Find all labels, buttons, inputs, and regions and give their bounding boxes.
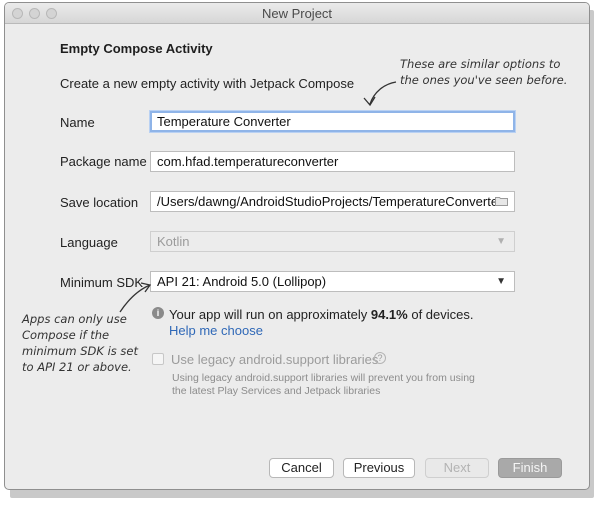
save-location-value: /Users/dawng/AndroidStudioProjects/Tempe… bbox=[157, 194, 503, 209]
next-button: Next bbox=[425, 458, 489, 478]
folder-icon[interactable] bbox=[495, 196, 508, 206]
info-icon: i bbox=[152, 307, 164, 319]
save-location-label: Save location bbox=[60, 195, 139, 210]
name-field[interactable]: Temperature Converter bbox=[150, 111, 515, 132]
legacy-libraries-checkbox bbox=[152, 353, 164, 365]
language-select: Kotlin ▼ bbox=[150, 231, 515, 252]
window-title: New Project bbox=[261, 6, 333, 21]
name-label: Name bbox=[60, 115, 95, 130]
cancel-button[interactable]: Cancel bbox=[269, 458, 334, 478]
help-me-choose-link[interactable]: Help me choose bbox=[169, 323, 263, 338]
minimum-sdk-value: API 21: Android 5.0 (Lollipop) bbox=[157, 274, 327, 289]
finish-button[interactable]: Finish bbox=[498, 458, 562, 478]
chevron-down-icon: ▼ bbox=[496, 276, 506, 287]
device-coverage-percent: 94.1% bbox=[370, 307, 408, 322]
language-label: Language bbox=[60, 235, 118, 250]
package-name-label: Package name bbox=[60, 154, 147, 169]
title-bar: New Project bbox=[5, 3, 589, 24]
package-name-field[interactable]: com.hfad.temperatureconverter bbox=[150, 151, 515, 172]
device-coverage-text: Your app will run on approximately 94.1%… bbox=[169, 307, 474, 322]
chevron-down-icon: ▼ bbox=[496, 236, 506, 247]
legacy-libraries-label: Use legacy android.support libraries bbox=[171, 352, 379, 367]
language-value: Kotlin bbox=[157, 234, 190, 249]
page-title: Empty Compose Activity bbox=[60, 41, 213, 56]
annotation-top: These are similar options to the ones yo… bbox=[400, 57, 568, 87]
minimum-sdk-label: Minimum SDK bbox=[60, 275, 144, 290]
save-location-field[interactable]: /Users/dawng/AndroidStudioProjects/Tempe… bbox=[150, 191, 515, 212]
help-icon[interactable]: ? bbox=[374, 352, 386, 364]
previous-button[interactable]: Previous bbox=[343, 458, 415, 478]
legacy-libraries-note: Using legacy android.support libraries w… bbox=[172, 372, 475, 397]
minimum-sdk-select[interactable]: API 21: Android 5.0 (Lollipop) ▼ bbox=[150, 271, 515, 292]
annotation-left: Apps can only use Compose if the minimum… bbox=[22, 312, 138, 374]
page-subtitle: Create a new empty activity with Jetpack… bbox=[60, 76, 355, 91]
